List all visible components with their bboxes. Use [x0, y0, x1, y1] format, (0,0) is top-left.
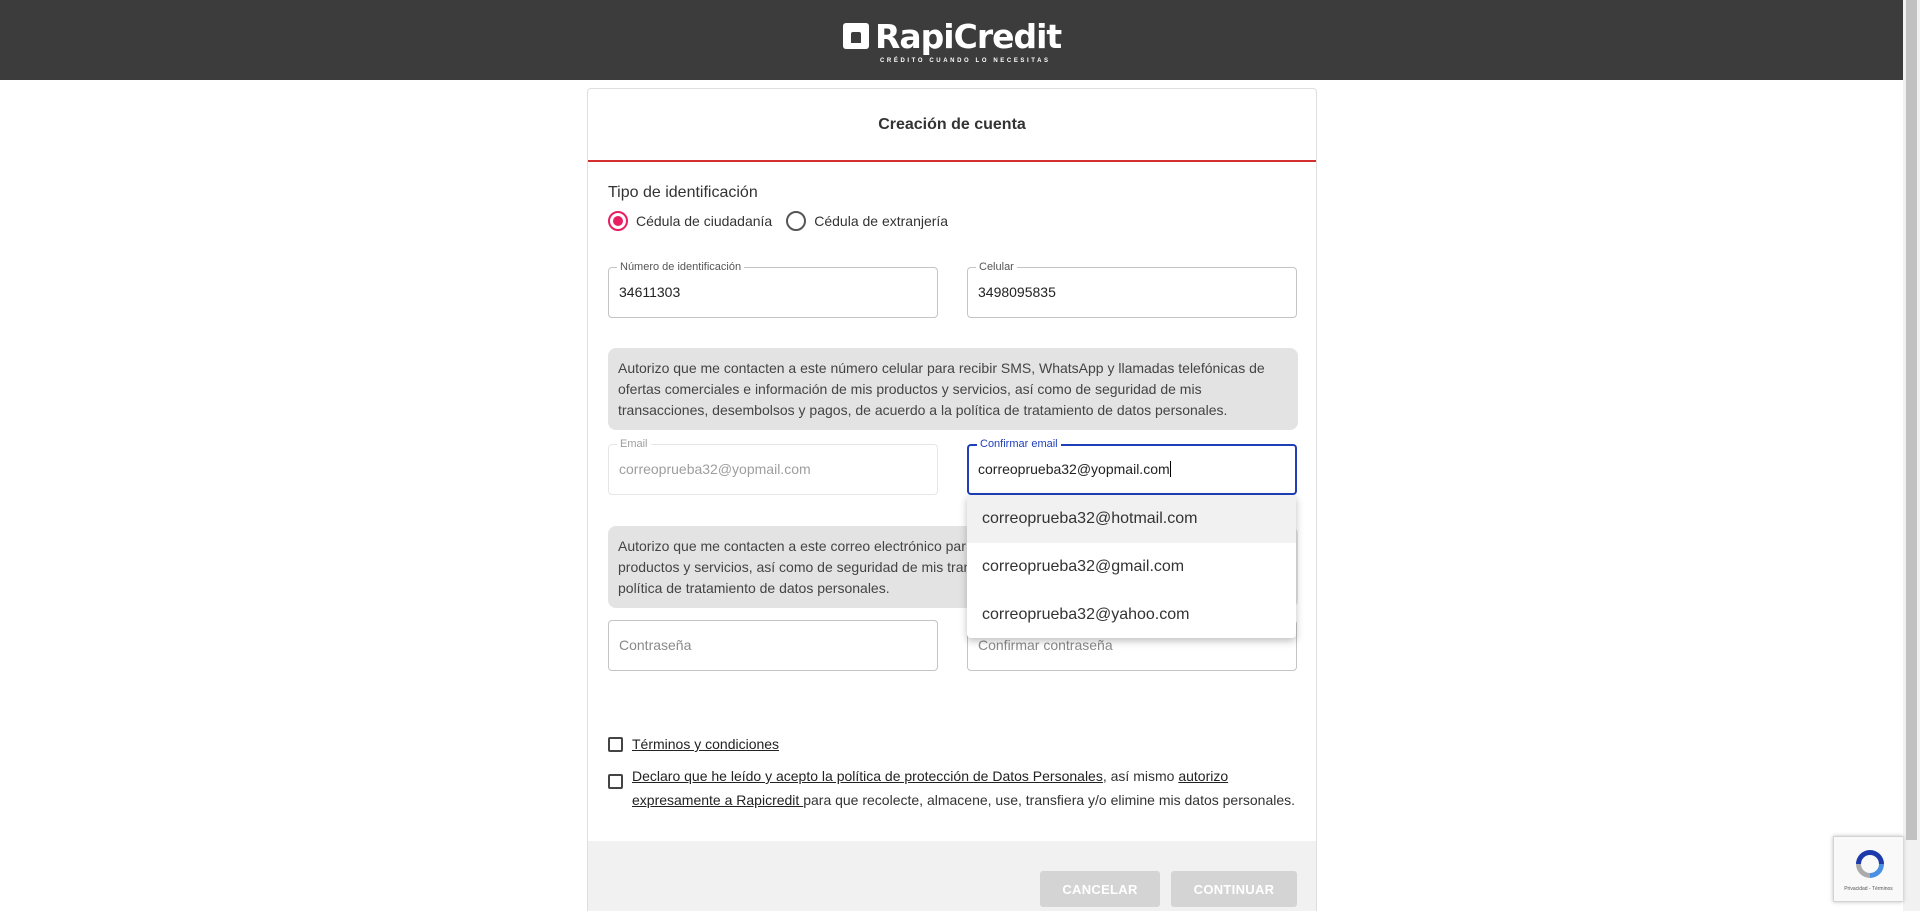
cancel-button[interactable]: CANCELAR [1040, 871, 1160, 907]
confirm-email-field[interactable]: Confirmar email correoprueba32@yopmail.c… [967, 437, 1297, 495]
phone-consent-notice: Autorizo que me contacten a este número … [608, 348, 1298, 430]
brand-logo: RapiCredit CRÉDITO CUANDO LO NECESITAS [843, 18, 1063, 70]
privacy-checkbox[interactable] [608, 774, 623, 789]
logo-mark-icon [843, 23, 869, 49]
confirm-email-value: correoprueba32@yopmail.com [978, 461, 1170, 477]
radio-checked-icon[interactable] [608, 211, 628, 231]
continue-button[interactable]: CONTINUAR [1171, 871, 1297, 907]
email-value: correoprueba32@yopmail.com [619, 461, 811, 477]
email-autocomplete-dropdown: correoprueba32@hotmail.com correoprueba3… [967, 495, 1296, 638]
phone-label: Celular [976, 260, 1017, 274]
radio-cedula-ciudadania[interactable]: Cédula de ciudadanía [608, 211, 772, 231]
id-number-value[interactable]: 34611303 [619, 284, 680, 300]
terms-row: Términos y condiciones [608, 732, 779, 756]
radio-cedula-extranjeria[interactable]: Cédula de extranjería [786, 211, 948, 231]
confirm-email-input[interactable]: correoprueba32@yopmail.com [978, 461, 1171, 477]
id-type-radio-group: Cédula de ciudadanía Cédula de extranjer… [608, 211, 948, 231]
terms-link[interactable]: Términos y condiciones [632, 732, 779, 756]
privacy-row: Declaro que he leído y acepto la polític… [608, 764, 1308, 812]
suggestion-yahoo[interactable]: correoprueba32@yahoo.com [967, 591, 1296, 639]
phone-field[interactable]: Celular 3498095835 [967, 260, 1297, 318]
scrollbar-thumb[interactable] [1906, 0, 1917, 840]
authorize-link-2[interactable]: expresamente a Rapicredit [632, 792, 803, 808]
id-number-field[interactable]: Número de identificación 34611303 [608, 260, 938, 318]
password-placeholder[interactable]: Contraseña [619, 637, 691, 653]
brand-tagline: CRÉDITO CUANDO LO NECESITAS [880, 58, 1051, 64]
text-caret [1169, 461, 1171, 477]
password-field[interactable]: Contraseña [608, 620, 938, 671]
confirm-email-label: Confirmar email [977, 437, 1061, 451]
privacy-text-1: , así mismo [1102, 768, 1179, 784]
suggestion-gmail[interactable]: correoprueba32@gmail.com [967, 543, 1296, 591]
card-header: Creación de cuenta [588, 89, 1316, 162]
privacy-text-2: para que recolecte, almacene, use, trans… [803, 792, 1296, 808]
authorize-link[interactable]: autorizo [1178, 768, 1228, 784]
recaptcha-footer-text[interactable]: Privacidad - Términos [1834, 886, 1903, 892]
email-field: Email correoprueba32@yopmail.com [608, 437, 938, 495]
radio-label-extranjeria: Cédula de extranjería [814, 213, 949, 229]
terms-checkbox[interactable] [608, 737, 623, 752]
page-title: Creación de cuenta [878, 116, 1026, 133]
email-label: Email [617, 437, 651, 451]
page-scrollbar[interactable] [1903, 0, 1920, 911]
privacy-policy-link[interactable]: Declaro que he leído y acepto la polític… [632, 768, 1103, 784]
radio-unchecked-icon[interactable] [786, 211, 807, 231]
id-type-label: Tipo de identificación [608, 184, 758, 201]
confirm-password-placeholder[interactable]: Confirmar contraseña [978, 637, 1113, 653]
brand-name: RapiCredit [875, 17, 1062, 56]
privacy-text: Declaro que he leído y acepto la polític… [632, 764, 1295, 812]
phone-value[interactable]: 3498095835 [978, 284, 1056, 300]
id-number-label: Número de identificación [617, 260, 745, 274]
card-footer: CANCELAR CONTINUAR [588, 841, 1316, 911]
top-bar: RapiCredit CRÉDITO CUANDO LO NECESITAS [0, 0, 1903, 80]
recaptcha-icon [1856, 850, 1884, 878]
suggestion-hotmail[interactable]: correoprueba32@hotmail.com [967, 495, 1296, 543]
radio-label-ciudadania: Cédula de ciudadanía [636, 213, 773, 229]
recaptcha-badge[interactable]: Privacidad - Términos [1833, 836, 1903, 902]
